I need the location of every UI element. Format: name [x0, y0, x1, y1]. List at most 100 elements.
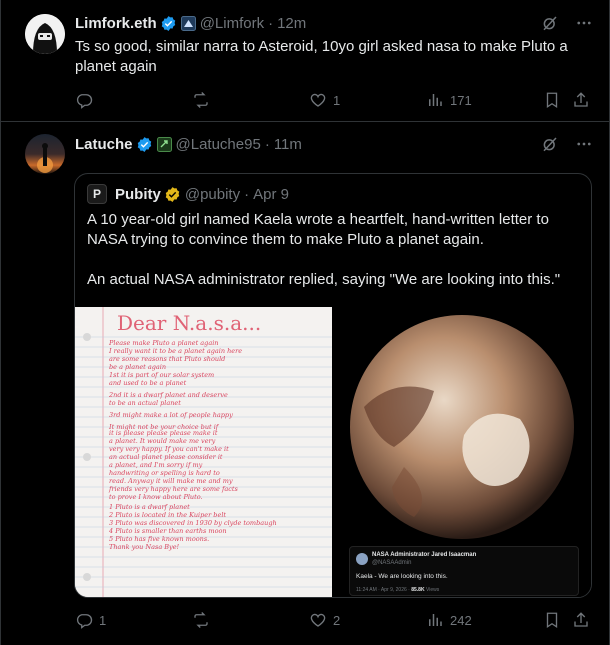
quoted-date[interactable]: Apr 9: [253, 186, 289, 203]
like-count: 1: [333, 92, 341, 108]
letter-line: 5 Pluto has five known moons.: [109, 535, 210, 543]
letter-line: I really want it to be a planet again he…: [109, 347, 243, 355]
tweet-header: Latuche @Latuche95 · 11m: [75, 134, 302, 154]
reply-button[interactable]: [75, 91, 99, 109]
grok-icon[interactable]: [541, 135, 559, 153]
timestamp[interactable]: 11m: [274, 136, 302, 153]
share-button[interactable]: [572, 611, 590, 629]
letter-line: Thank you Nasa Bye!: [109, 543, 180, 551]
verified-badge-icon: [137, 136, 151, 152]
letter-line: 4 Pluto is smaller than earths moon: [109, 527, 227, 535]
avatar-hood-figure-icon: [25, 14, 65, 54]
more-icon[interactable]: [575, 135, 593, 153]
reply-count: 1: [99, 612, 107, 628]
bookmark-button[interactable]: [543, 611, 561, 629]
more-icon[interactable]: [575, 14, 593, 32]
views-button[interactable]: 242: [426, 611, 472, 629]
separator: ·: [264, 135, 270, 153]
separator: ·: [244, 185, 250, 203]
tweet-top-actions: [541, 14, 593, 32]
letter-line: 3rd might make a lot of people happy: [109, 411, 233, 419]
reply-icon: [76, 614, 93, 629]
bookmark-icon: [546, 612, 558, 629]
letter-line: 2 Pluto is located in the Kuiper belt: [109, 511, 227, 519]
like-icon: [310, 613, 326, 627]
handle[interactable]: @Latuche95: [176, 136, 261, 153]
tweet-actions: 1 2 242: [75, 610, 595, 630]
bookmark-icon: [546, 92, 558, 109]
letter-line: to prove I know about Pluto.: [109, 493, 203, 501]
reply-icon: [76, 94, 93, 109]
separator: ·: [268, 14, 274, 32]
letter-line: Please make Pluto a planet again: [109, 339, 219, 347]
letter-line: read. Anyway it will make me and my: [109, 477, 233, 485]
repost-button[interactable]: [192, 91, 216, 109]
quoted-text-paragraph-2: An actual NASA administrator replied, sa…: [87, 271, 561, 288]
quoted-handle[interactable]: @pubity: [185, 186, 240, 203]
display-name[interactable]: Limfork.eth: [75, 15, 157, 32]
handle[interactable]: @Limfork: [200, 15, 264, 32]
bookmark-button[interactable]: [543, 91, 561, 109]
repost-button[interactable]: [192, 611, 216, 629]
letter-line: 3 Pluto was discovered in 1930 by clyde …: [109, 519, 277, 527]
inset-views: 85.8K: [411, 587, 425, 593]
views-icon: [429, 614, 442, 626]
pluto-photo[interactable]: NASA Administrator Jared Isaacman @NASAA…: [334, 307, 591, 597]
letter-title: Dear N.a.s.a...: [117, 311, 262, 335]
inset-avatar: [356, 553, 368, 565]
view-count: 242: [450, 612, 472, 628]
share-icon: [574, 92, 588, 107]
views-icon: [429, 94, 442, 106]
tweet-top-actions: [541, 135, 593, 153]
inset-handle: @NASAAdmin: [372, 560, 412, 566]
verified-badge-icon: [161, 15, 175, 31]
share-icon: [574, 612, 588, 627]
letter-line: a planet, and I'm sorry if my: [109, 461, 203, 469]
letter-line: friends very happy here are some facts: [109, 485, 238, 493]
nasa-reply-inset: NASA Administrator Jared Isaacman @NASAA…: [349, 546, 579, 596]
quoted-avatar[interactable]: P: [87, 184, 107, 204]
affiliate-badge-icon: [156, 136, 172, 152]
letter-line: 1 Pluto is a dwarf planet: [109, 503, 190, 511]
tweet-limfork[interactable]: Limfork.eth @Limfork · 12m Ts so good, s…: [1, 0, 610, 122]
letter-line: a planet. It would make me very: [109, 437, 216, 445]
quoted-tweet-text: A 10 year-old girl named Kaela wrote a h…: [87, 210, 583, 290]
quoted-display-name[interactable]: Pubity: [115, 186, 161, 203]
timeline: Limfork.eth @Limfork · 12m Ts so good, s…: [0, 0, 610, 645]
repost-icon: [194, 92, 208, 108]
quoted-tweet-pubity[interactable]: P Pubity @pubity · Apr 9 A 10 year-old g…: [74, 173, 592, 598]
letter-line: are some reasons that Pluto should: [109, 355, 226, 363]
tweet-header: Limfork.eth @Limfork · 12m: [75, 13, 306, 33]
letter-line: it is please please please make it: [109, 429, 218, 437]
quoted-text-paragraph-1: A 10 year-old girl named Kaela wrote a h…: [87, 211, 549, 248]
letter-line: handwriting or spelling is hard to: [109, 469, 220, 477]
letter-line: and used to be a planet: [109, 379, 187, 387]
letter-line: 1st it is part of our solar system: [109, 371, 215, 379]
like-button[interactable]: 2: [309, 611, 340, 629]
letter-line: be a planet again: [109, 363, 167, 371]
inset-name: NASA Administrator Jared Isaacman: [372, 552, 477, 558]
view-count: 171: [450, 92, 472, 108]
tweet-text: Ts so good, similar narra to Asteroid, 1…: [75, 38, 568, 75]
inset-views-label: Views: [425, 587, 440, 593]
avatar[interactable]: [25, 14, 65, 54]
avatar-sunset-figure-icon: [37, 143, 53, 173]
grok-icon[interactable]: [541, 14, 559, 32]
display-name[interactable]: Latuche: [75, 136, 133, 153]
reply-button[interactable]: 1: [75, 611, 106, 629]
share-button[interactable]: [572, 91, 590, 109]
like-count: 2: [333, 612, 341, 628]
timestamp[interactable]: 12m: [277, 15, 306, 32]
gold-verified-badge-icon: [165, 186, 180, 202]
affiliate-badge-icon: [180, 15, 196, 31]
letter-photo[interactable]: Dear N.a.s.a... Please make Pluto a plan…: [75, 307, 332, 597]
letter-line: an actual planet please consider it: [109, 453, 223, 461]
views-button[interactable]: 171: [426, 91, 472, 109]
quoted-tweet-header: P Pubity @pubity · Apr 9: [87, 184, 289, 204]
avatar[interactable]: [25, 134, 65, 174]
inset-meta: 11:24 AM · Apr 9, 2026 · 85.8K Views: [356, 587, 440, 593]
like-icon: [310, 93, 326, 107]
like-button[interactable]: 1: [309, 91, 340, 109]
inset-text: Kaela - We are looking into this.: [356, 573, 448, 580]
letter-line: to be an actual planet: [109, 399, 181, 407]
